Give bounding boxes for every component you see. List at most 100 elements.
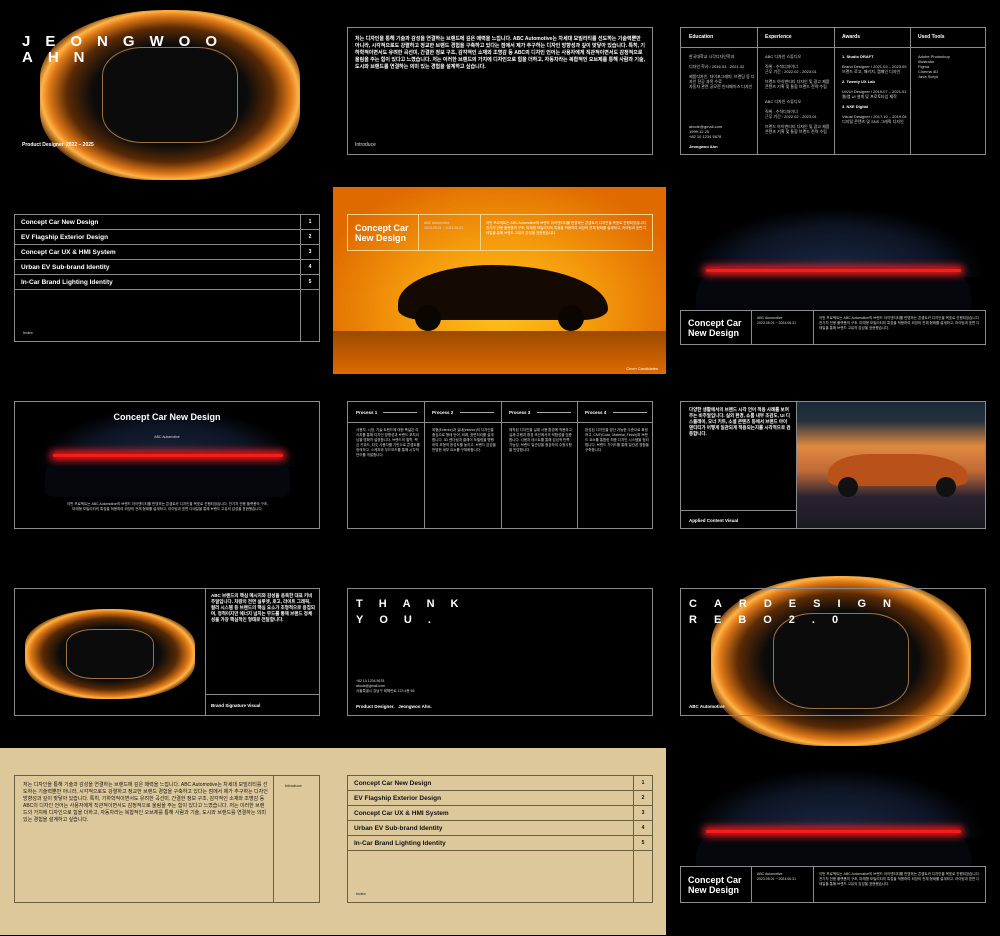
- intro-text: 저는 디자인을 통해 기술과 감성을 연결하는 브랜드에 깊은 매력을 느낍니다…: [355, 36, 645, 70]
- slide-introduce[interactable]: 저는 디자인을 통해 기술과 감성을 연결하는 브랜드에 깊은 매력을 느낍니다…: [333, 0, 666, 187]
- index-item-1[interactable]: Concept Car New Design 1: [348, 776, 652, 791]
- award-desc: 디지털 콘텐츠 및 SNS 그래픽 디자인: [842, 119, 904, 124]
- edu-project: 자동차 관련 공모전 인터페이스 디자인: [689, 84, 753, 89]
- index-item-5[interactable]: In-Car Brand Lighting Identity 5: [348, 836, 652, 851]
- index-item-2[interactable]: EV Flagship Exterior Design 2: [348, 791, 652, 806]
- project-description: 이번 프로젝트는 ABC Automotive의 브랜드 아이덴티티를 반영하는…: [486, 221, 647, 235]
- resume-table: Education Experience Awards Used Tools 한…: [680, 27, 986, 155]
- exp-period: 근무 기간 : 2022.02 - 2023.01: [765, 69, 817, 74]
- thanks-line2: YOU.: [356, 614, 447, 626]
- process-3-text: 제작된 디자인을 실제 사용 환경에 적용하고, 실제 주행과 환경 조건에서의…: [509, 428, 573, 452]
- applied-text: 다양한 생활에서의 브랜드 시각 언어 적용 사례를 보여주는 비주얼입니다. …: [689, 407, 791, 436]
- index-item-3[interactable]: Concept Car UX & HMI System 3: [15, 245, 319, 260]
- edu-school: 한국대학교 시각디자인학과: [689, 54, 735, 59]
- cover-title-line1: JEONGWOO: [22, 33, 233, 50]
- intro-label: Introduce: [285, 783, 302, 788]
- project-description: 이번 프로젝트는 ABC Automotive의 브랜드 아이덴티티를 반영하는…: [819, 872, 980, 886]
- process-4-text: 완성된 디자인을 양산 가능한 수준으로 확정하고, CMF(Color, Ma…: [585, 428, 649, 452]
- slide-thank-you[interactable]: THANK YOU. +82 10 1234 5678 abcde@gmail.…: [333, 561, 666, 748]
- header-experience: Experience: [765, 34, 792, 40]
- header-awards: Awards: [842, 34, 860, 40]
- project-title: Concept Car New Design: [113, 412, 221, 422]
- exp-period: 근무 기간 : 2022.02 - 2023.01: [765, 114, 817, 119]
- signature-label: Brand Signature Visual: [211, 703, 261, 708]
- process-2-text: 외형(Exterior)과 실내(Interior)의 디자인을 중심으로 형태…: [432, 428, 496, 452]
- applied-label: Applied Content Visual: [689, 518, 739, 523]
- process-1-text: 사용자, 시장, 기술 트렌드에 대한 폭넓은 리서치를 통해 디자인 방향성과…: [356, 428, 420, 457]
- taillight: [706, 830, 961, 833]
- process-2-label: Process 2: [432, 410, 454, 415]
- edu-degree: 디자인 학사 / 2016.03 - 2021.02: [689, 64, 745, 69]
- index-item-4[interactable]: Urban EV Sub-brand Identity 4: [15, 260, 319, 275]
- exp-company: ABC 디자인 스튜디오: [765, 54, 802, 59]
- project-title: Concept Car New Design: [688, 318, 742, 338]
- slide-rear-view[interactable]: Concept Car New Design ABC Automotive 20…: [666, 187, 999, 374]
- cardesign-line2: REBO2.0: [689, 614, 856, 626]
- index-label: Index: [23, 330, 33, 335]
- slide-brand-signature[interactable]: ABC 브랜드의 핵심 메시지와 감성을 응축한 대표 키비주얼입니다. 차량의…: [0, 561, 333, 748]
- arrow-icon: [460, 412, 494, 413]
- car-top-view-image: [25, 609, 195, 699]
- contact-phone: +82 10 1234 5678: [689, 134, 722, 139]
- index-label: Index: [356, 891, 366, 896]
- slide-index-beige[interactable]: Concept Car New Design 1 EV Flagship Exte…: [333, 748, 666, 935]
- cover-years: 2022 – 2025: [66, 142, 94, 148]
- edu-course: 제품디자인, 타이포그래피, 브랜딩 등 디자인 전공 과목 수료: [689, 74, 755, 84]
- intro-text: 저는 디자인을 통해 기술과 감성을 연결하는 브랜드에 깊은 매력을 느낍니다…: [23, 782, 268, 823]
- project-period: 2023.05.01 ~ 2024.06.31: [757, 321, 797, 325]
- award-desc: 브랜드 로고, 패키지, 캠페인 디자인: [842, 69, 901, 74]
- signature-text: ABC 브랜드의 핵심 메시지와 감성을 응축한 대표 키비주얼입니다. 차량의…: [211, 593, 315, 622]
- arrow-icon: [383, 412, 417, 413]
- slide-concept-rear[interactable]: Concept Car New Design ABC Automotive 이번…: [0, 374, 333, 561]
- slide-rear-view-2[interactable]: Concept Car New Design ABC Automotive 20…: [666, 748, 999, 935]
- cardesign-brand: ABC Automotive: [689, 704, 725, 709]
- award-title: 3. NXE Digital: [842, 104, 869, 109]
- process-4-label: Process 4: [585, 410, 607, 415]
- award-desc: 웹/앱 UI 설계 및 프로토타입 제작: [842, 94, 897, 99]
- exp-desc: 브랜드 아이덴티티 디자인 및 광고 제품 콘텐츠 기획 및 통합 브랜드 전략…: [765, 79, 830, 89]
- thanks-footer: Product Designer. Jeongwoo Ahn.: [356, 704, 432, 709]
- index-item-1[interactable]: Concept Car New Design 1: [15, 215, 319, 230]
- header-education: Education: [689, 34, 714, 40]
- project-period: 2023.05.01 ~ 2024.06.31: [424, 226, 464, 230]
- slide-project-orange[interactable]: Concept Car New Design ABC Automotive 20…: [333, 187, 666, 374]
- slide-introduce-beige[interactable]: 저는 디자인을 통해 기술과 감성을 연결하는 브랜드에 깊은 매력을 느낍니다…: [0, 748, 333, 935]
- project-description: 이번 프로젝트는 ABC Automotive의 브랜드 아이덴티티를 반영하는…: [819, 316, 980, 330]
- slide-index[interactable]: Concept Car New Design 1 EV Flagship Exte…: [0, 187, 333, 374]
- index-item-5[interactable]: In-Car Brand Lighting Identity 5: [15, 275, 319, 290]
- taillight: [53, 454, 283, 457]
- project-title: Concept Car New Design: [355, 223, 409, 243]
- project-client: ABC Automotive: [154, 435, 180, 439]
- slide-process[interactable]: Process 1 Process 2 Process 3 Process 4 …: [333, 374, 666, 561]
- header-tools: Used Tools: [918, 34, 945, 40]
- index-item-4[interactable]: Urban EV Sub-brand Identity 4: [348, 821, 652, 836]
- award-title: 2. Twenty UX Lab: [842, 79, 875, 84]
- thanks-address: 서울특별시 강남구 테헤란로 123 4층 56: [356, 689, 415, 693]
- contact-name: Jeongwoo Ahn: [689, 144, 718, 149]
- process-3-label: Process 3: [509, 410, 531, 415]
- cover-title-line2: AHN: [22, 49, 100, 66]
- award-title: 1. Studio DRAFT: [842, 54, 874, 59]
- showroom-image: [796, 402, 985, 528]
- tool-item: Java Script: [918, 74, 938, 79]
- exp-desc: 브랜드 아이덴티티 디자인 및 광고 제품 콘텐츠 기획 및 통합 브랜드 전략…: [765, 124, 830, 134]
- photo-caption: Circm Candidates: [626, 366, 658, 371]
- arrow-icon: [537, 412, 571, 413]
- index-item-3[interactable]: Concept Car UX & HMI System 3: [348, 806, 652, 821]
- exp-company: ABC 디자인 스튜디오: [765, 99, 802, 104]
- project-period: 2023.05.01 ~ 2024.06.31: [757, 877, 797, 881]
- cover-role: Product Designer: [22, 142, 64, 148]
- arrow-icon: [613, 412, 647, 413]
- index-item-2[interactable]: EV Flagship Exterior Design 2: [15, 230, 319, 245]
- project-title: Concept Car New Design: [688, 875, 742, 895]
- slide-cardesign[interactable]: CARDESIGN REBO2.0 ABC Automotive: [666, 561, 999, 748]
- intro-label: Introduce: [355, 142, 376, 148]
- cardesign-line1: CARDESIGN: [689, 598, 909, 610]
- slide-cover[interactable]: JEONGWOO AHN Product Designer 2022 – 202…: [0, 0, 333, 187]
- slide-resume[interactable]: Education Experience Awards Used Tools 한…: [666, 0, 999, 187]
- thanks-line1: THANK: [356, 598, 475, 610]
- process-1-label: Process 1: [356, 410, 378, 415]
- project-description: 이번 프로젝트는 ABC Automotive의 브랜드 아이덴티티를 반영하는…: [66, 502, 269, 511]
- taillight: [706, 269, 961, 272]
- slide-applied-content[interactable]: 다양한 생활에서의 브랜드 시각 언어 적용 사례를 보여주는 비주얼입니다. …: [666, 374, 999, 561]
